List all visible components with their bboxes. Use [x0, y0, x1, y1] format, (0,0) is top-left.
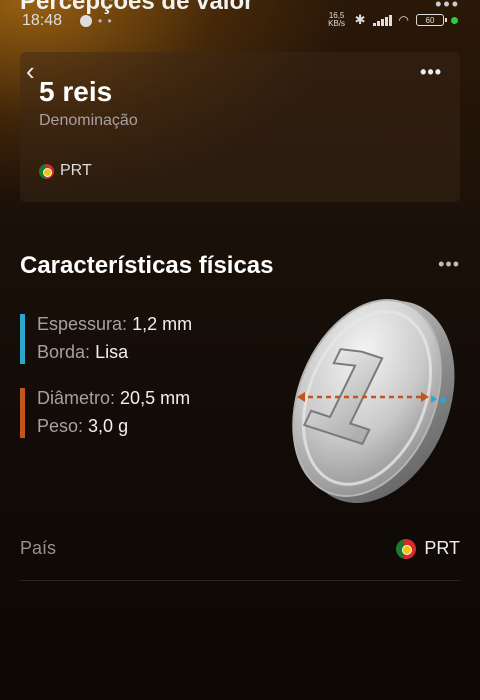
- messenger-icon: [80, 15, 92, 27]
- notification-dots-icon: • •: [98, 14, 113, 28]
- spec-bar-blue: [20, 314, 25, 364]
- edge-value: Lisa: [95, 342, 129, 362]
- section-title: Características físicas: [20, 252, 274, 279]
- denomination-value: 5 reis: [39, 76, 113, 107]
- network-speed: 16,5 KB/s: [328, 11, 346, 28]
- thickness-key: Espessura:: [37, 314, 128, 334]
- weight-value: 3,0 g: [88, 416, 129, 436]
- diameter-value: 20,5 mm: [120, 388, 191, 408]
- coin-illustration: 1: [277, 292, 460, 512]
- diameter-key: Diâmetro:: [37, 388, 116, 408]
- spec-group-diameter-weight: Diâmetro: 20,5 mm Peso: 3,0 g: [20, 388, 270, 440]
- country-value: PRT: [396, 538, 460, 559]
- weight-key: Peso:: [37, 416, 84, 436]
- card-country: PRT: [39, 162, 92, 180]
- spec-bar-orange: [20, 388, 25, 438]
- thickness-value: 1,2 mm: [132, 314, 193, 334]
- status-time: 18:48: [22, 12, 63, 29]
- denomination-label: Denominação: [39, 112, 138, 129]
- edge-key: Borda:: [37, 342, 91, 362]
- portugal-flag-icon: [396, 538, 417, 559]
- battery-level: 60: [425, 15, 435, 25]
- card-more-icon[interactable]: •••: [420, 62, 442, 83]
- bluetooth-icon: ✱: [354, 12, 366, 27]
- country-code: PRT: [424, 538, 460, 558]
- denomination-card: ‹ ••• 5 reis Denominação PRT: [20, 52, 460, 202]
- battery-icon: 60: [416, 14, 447, 26]
- portugal-flag-icon: [39, 163, 54, 179]
- wifi-icon: ◠: [398, 13, 409, 27]
- divider: [20, 580, 460, 581]
- diameter-row: Diâmetro: 20,5 mm: [37, 388, 190, 409]
- thickness-row: Espessura: 1,2 mm: [37, 314, 192, 335]
- weight-row: Peso: 3,0 g: [37, 416, 128, 437]
- camera-indicator-icon: [451, 16, 458, 24]
- signal-icon: [372, 14, 392, 26]
- spec-group-thickness-edge: Espessura: 1,2 mm Borda: Lisa: [20, 314, 270, 366]
- section-more-icon[interactable]: •••: [438, 254, 460, 275]
- app-screen: Percepções de valor 18:48 • • ••• 16,5 K…: [0, 0, 480, 700]
- edge-row: Borda: Lisa: [37, 342, 128, 363]
- status-icons: 16,5 KB/s ✱ ◠ 60: [326, 12, 458, 28]
- card-country-code: PRT: [60, 162, 92, 179]
- coin-svg: 1: [277, 299, 455, 504]
- country-label: País: [20, 538, 57, 558]
